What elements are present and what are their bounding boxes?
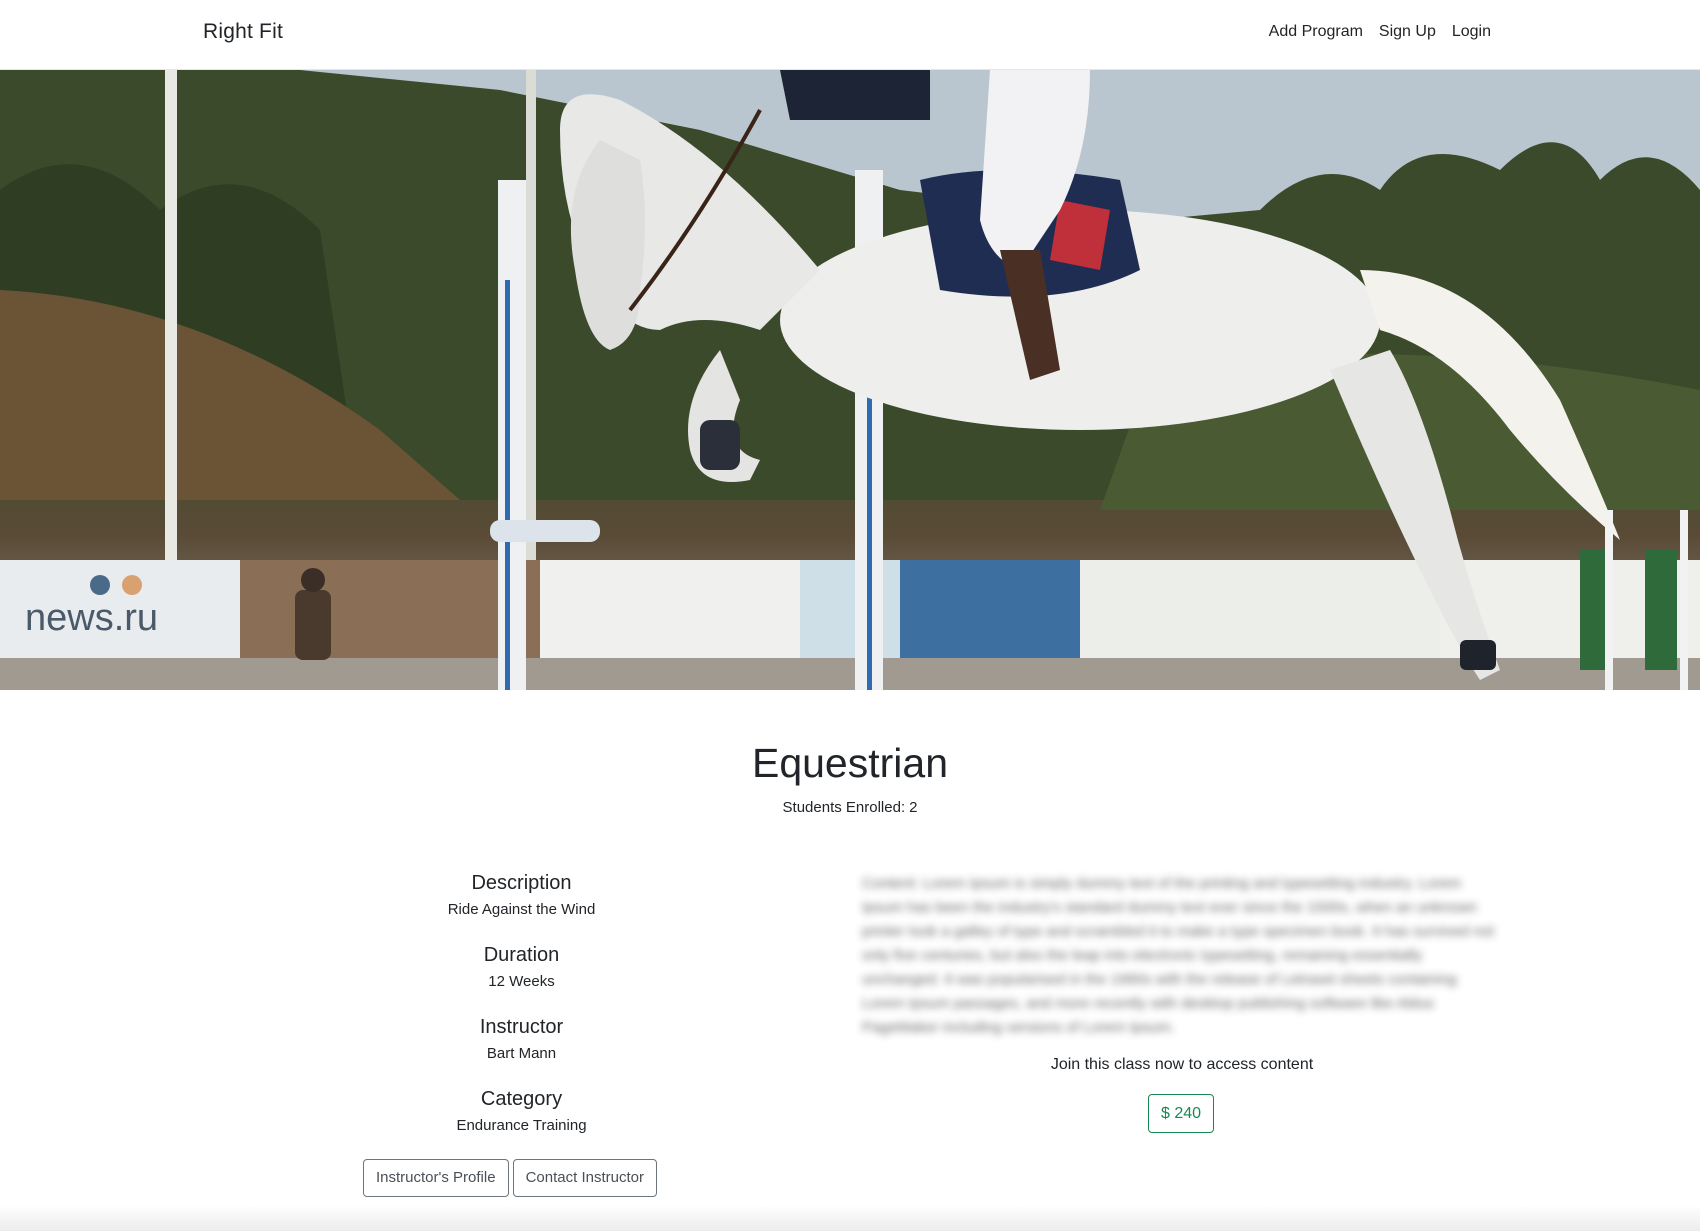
- enrolled-count: 2: [909, 799, 918, 816]
- hero-illustration: news.ru: [0, 70, 1700, 690]
- detail-heading: Instructor: [479, 1016, 564, 1038]
- detail-heading: Duration: [483, 944, 560, 966]
- contact-instructor-button[interactable]: Contact Instructor: [512, 1159, 657, 1197]
- top-navbar: Right Fit Add Program Sign Up Login: [0, 0, 1700, 70]
- locked-content-text: Content: Lorem Ipsum is simply dummy tex…: [862, 875, 1494, 1036]
- instructor-actions: Instructor's Profile Contact Instructor: [363, 1159, 657, 1197]
- detail-heading: Category: [480, 1088, 563, 1110]
- nav-links: Add Program Sign Up Login: [1269, 23, 1491, 41]
- program-details: Description Ride Against the Wind Durati…: [364, 868, 679, 1156]
- brand-logo-link[interactable]: Right Fit: [203, 20, 283, 44]
- detail-duration: Duration 12 Weeks: [364, 940, 679, 1012]
- hero-image: news.ru: [0, 70, 1700, 690]
- detail-value: Ride Against the Wind: [447, 901, 596, 918]
- students-enrolled: Students Enrolled: 2: [0, 799, 1700, 816]
- instructor-profile-button[interactable]: Instructor's Profile: [363, 1159, 509, 1197]
- join-class-message: Join this class now to access content: [1050, 1056, 1314, 1073]
- nav-add-program-link[interactable]: Add Program: [1269, 23, 1363, 41]
- price-purchase-button[interactable]: $ 240: [1148, 1094, 1215, 1133]
- detail-category: Category Endurance Training: [364, 1084, 679, 1156]
- detail-value: Endurance Training: [456, 1117, 587, 1134]
- detail-value: 12 Weeks: [488, 973, 555, 990]
- banner-text: news.ru: [25, 597, 158, 639]
- detail-description: Description Ride Against the Wind: [364, 868, 679, 940]
- page-bottom-shade: [0, 1205, 1700, 1231]
- detail-instructor: Instructor Bart Mann: [364, 1012, 679, 1084]
- detail-heading: Description: [471, 872, 572, 894]
- nav-login-link[interactable]: Login: [1452, 23, 1491, 41]
- program-title: Equestrian: [751, 740, 948, 786]
- detail-value: Bart Mann: [486, 1045, 557, 1062]
- nav-sign-up-link[interactable]: Sign Up: [1379, 23, 1436, 41]
- enrolled-label: Students Enrolled:: [782, 799, 906, 816]
